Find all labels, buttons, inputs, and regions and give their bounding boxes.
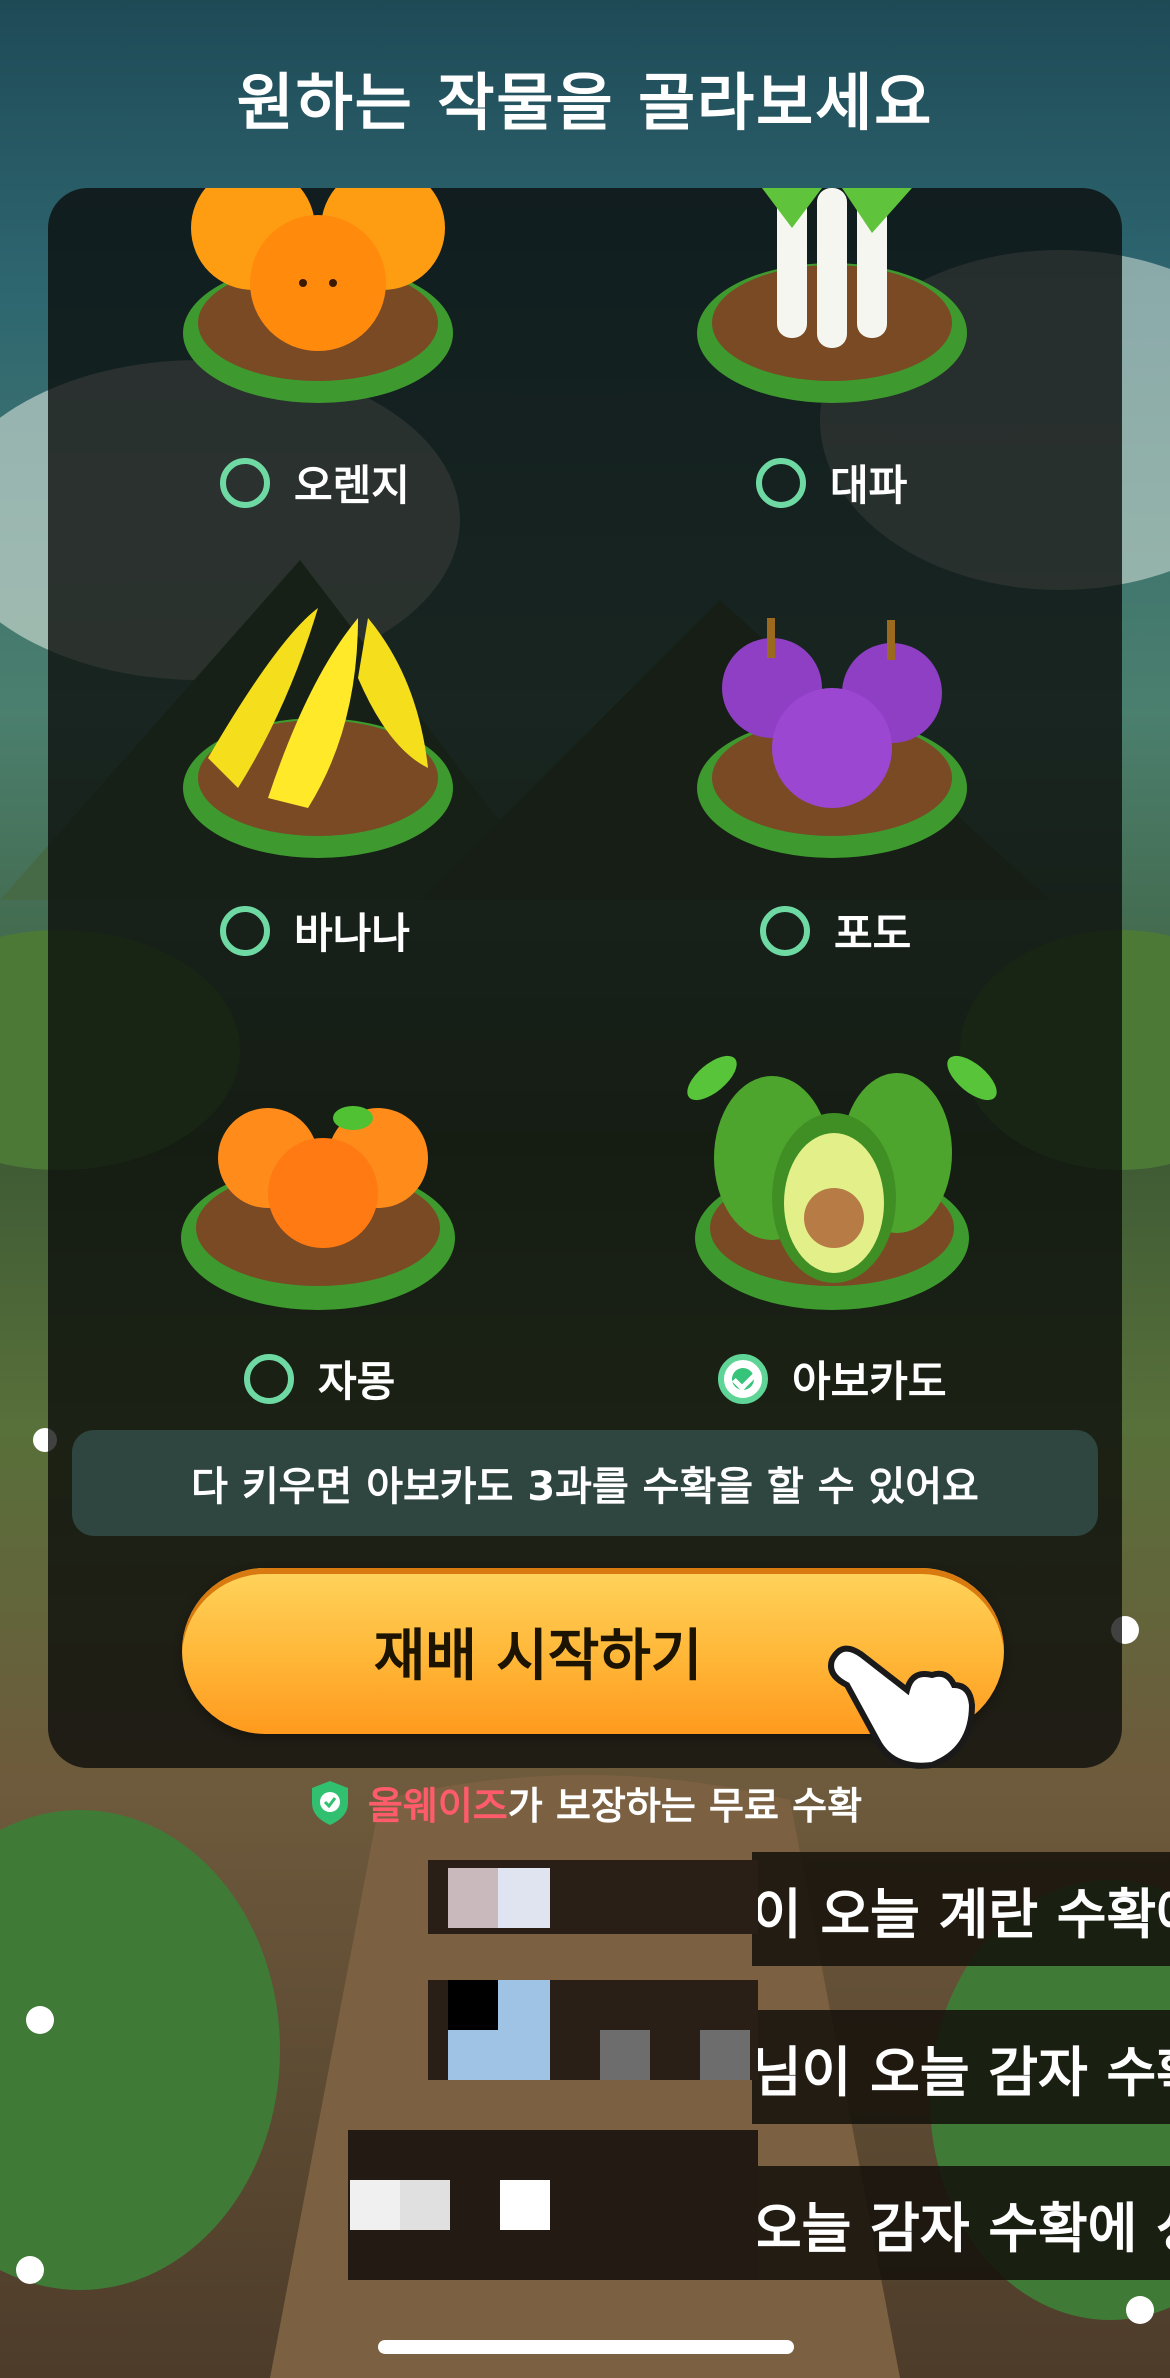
- home-indicator: [378, 2340, 794, 2354]
- radio-orange[interactable]: [220, 457, 270, 508]
- shield-check-icon: [311, 1780, 348, 1825]
- guarantee-text: 올웨이즈가 보장하는 무료 수확: [0, 1775, 1170, 1830]
- option-avocado[interactable]: 아보카도: [718, 1348, 947, 1409]
- brand-name: 올웨이즈: [367, 1784, 508, 1828]
- green-onion-illustration: [697, 188, 967, 403]
- grape-illustration: [697, 618, 967, 858]
- orange-illustration: [183, 188, 453, 403]
- avocado-illustration: [687, 1055, 997, 1310]
- grapefruit-illustration: [181, 1106, 455, 1310]
- harvest-info-banner: 다 키우면 아보카도 3과를 수확을 할 수 있어요: [72, 1430, 1098, 1536]
- crop-grape[interactable]: [632, 598, 1112, 1038]
- crop-orange[interactable]: [118, 188, 598, 628]
- option-green-onion[interactable]: 대파: [756, 452, 907, 513]
- banana-illustration: [183, 608, 453, 858]
- ticker-row: 님이 오늘 감자 수확에: [752, 2010, 1170, 2124]
- option-orange[interactable]: 오렌지: [220, 452, 410, 513]
- radio-banana[interactable]: [220, 905, 270, 956]
- pointing-hand-icon: [828, 1645, 976, 1769]
- option-banana[interactable]: 바나나: [220, 900, 410, 961]
- ticker-row: 이 오늘 계란 수확에: [752, 1852, 1170, 1966]
- crop-banana[interactable]: [118, 598, 598, 1038]
- pixelated-user-info: [348, 1860, 758, 2280]
- ticker-row: 오늘 감자 수확에 성: [752, 2166, 1170, 2280]
- radio-green-onion[interactable]: [756, 457, 806, 508]
- guarantee-label: 가 보장하는 무료 수확: [507, 1784, 863, 1828]
- check-icon: [732, 1366, 757, 1391]
- crop-green-onion[interactable]: [632, 188, 1112, 628]
- radio-avocado-checked[interactable]: [718, 1353, 768, 1404]
- option-grapefruit[interactable]: 자몽: [244, 1348, 395, 1409]
- crop-grapefruit[interactable]: [118, 1048, 598, 1488]
- page-title: 원하는 작물을 골라보세요: [236, 66, 934, 139]
- option-grape[interactable]: 포도: [760, 900, 911, 961]
- radio-grapefruit[interactable]: [244, 1353, 294, 1404]
- radio-grape[interactable]: [760, 905, 810, 956]
